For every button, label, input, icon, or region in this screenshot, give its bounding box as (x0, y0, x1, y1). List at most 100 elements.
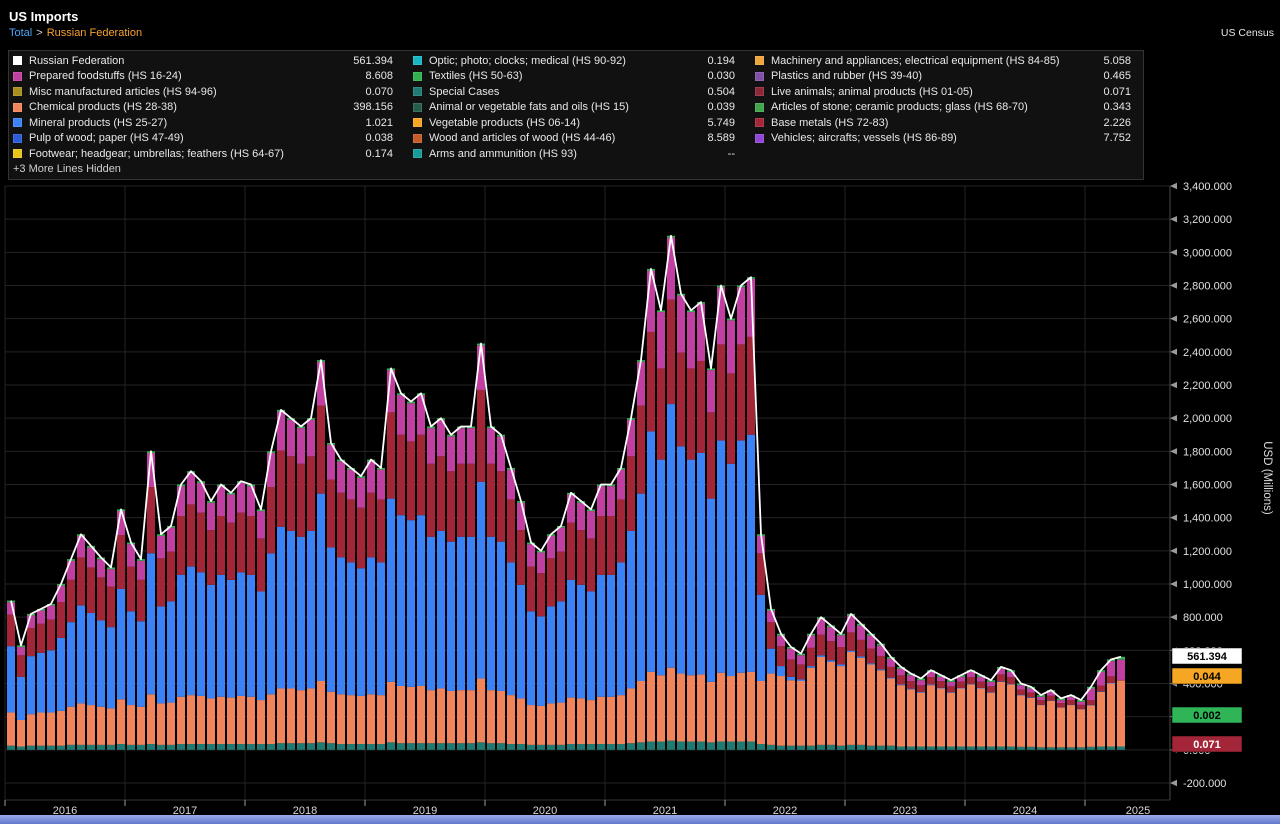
bar-segment (117, 589, 125, 699)
legend-item[interactable]: Prepared foodstuffs (HS 16-24)8.608 (13, 69, 401, 85)
bar-segment (917, 680, 925, 685)
bar-segment (1107, 684, 1115, 747)
bar-segment (687, 312, 695, 368)
legend-item[interactable]: Live animals; animal products (HS 01-05)… (755, 84, 1139, 100)
bar-segment (7, 615, 15, 647)
legend-item[interactable]: Footwear; headgear; umbrellas; feathers … (13, 146, 401, 162)
bar-segment (467, 690, 475, 743)
bar-segment (717, 441, 725, 673)
bar-segment (937, 688, 945, 746)
bar-segment (17, 655, 25, 677)
bar-segment (447, 743, 455, 750)
bar-segment (677, 446, 685, 673)
legend-item[interactable]: Plastics and rubber (HS 39-40)0.465 (755, 69, 1139, 85)
bar-segment (707, 742, 715, 749)
legend-item-label: Prepared foodstuffs (HS 16-24) (29, 70, 182, 82)
bar-segment (717, 673, 725, 742)
bar-segment (797, 655, 805, 664)
legend-item[interactable]: Articles of stone; ceramic products; gla… (755, 100, 1139, 116)
axis-badge-value: 561.394 (1187, 651, 1228, 663)
stacked-bar-chart[interactable]: -200.0000.000200.000400.000600.000800.00… (0, 178, 1280, 818)
legend-item[interactable]: Misc manufactured articles (HS 94-96)0.0… (13, 84, 401, 100)
bar-segment (237, 696, 245, 744)
legend-item[interactable]: Special Cases0.504 (413, 84, 743, 100)
bar-segment (507, 695, 515, 744)
bar-segment (67, 745, 75, 750)
legend-column: Russian Federation561.394Prepared foodst… (13, 53, 401, 177)
bar-segment (187, 567, 195, 696)
bottom-scrollbar[interactable] (0, 815, 1280, 824)
bar-segment (427, 428, 435, 464)
bar-segment (367, 694, 375, 744)
legend-swatch-icon (755, 72, 764, 81)
bar-segment (587, 700, 595, 744)
bar-segment (277, 412, 285, 451)
legend-item[interactable]: Base metals (HS 72-83)2.226 (755, 115, 1139, 131)
bar-segment (167, 703, 175, 745)
legend-item-label: Animal or vegetable fats and oils (HS 15… (429, 101, 629, 113)
bar-segment (647, 742, 655, 750)
bar-segment (147, 744, 155, 750)
bar-segment (297, 464, 305, 537)
bar-segment (447, 691, 455, 743)
legend-item[interactable]: Arms and ammunition (HS 93)-- (413, 146, 743, 162)
bar-segment (347, 562, 355, 695)
legend-item[interactable]: Chemical products (HS 28-38)398.156 (13, 100, 401, 116)
bar-segment (437, 456, 445, 531)
bar-segment (807, 666, 815, 668)
bar-segment (297, 537, 305, 690)
legend-item[interactable]: Vehicles; aircrafts; vessels (HS 86-89)7… (755, 131, 1139, 147)
legend-item[interactable]: Optic; photo; clocks; medical (HS 90-92)… (413, 53, 743, 69)
breadcrumb-country[interactable]: Russian Federation (47, 27, 142, 39)
bar-segment (877, 670, 885, 745)
legend-item[interactable]: Textiles (HS 50-63)0.030 (413, 69, 743, 85)
bar-segment (307, 531, 315, 689)
bar-segment (907, 689, 915, 690)
bar-segment (637, 494, 645, 681)
bar-segment (137, 580, 145, 621)
legend-swatch-icon (413, 149, 422, 158)
legend-item-value: 0.030 (707, 70, 743, 82)
bar-segment (807, 648, 815, 666)
legend-item[interactable]: Russian Federation561.394 (13, 53, 401, 69)
bar-segment (77, 703, 85, 744)
bar-segment (607, 516, 615, 575)
bar-segment (507, 562, 515, 695)
bar-segment (687, 460, 695, 676)
bar-segment (217, 697, 225, 744)
legend-panel: Russian Federation561.394Prepared foodst… (8, 50, 1144, 180)
bar-segment (777, 746, 785, 750)
bar-segment (537, 706, 545, 745)
bar-segment (37, 713, 45, 746)
bar-segment (467, 428, 475, 464)
bar-segment (187, 744, 195, 750)
legend-item[interactable]: Animal or vegetable fats and oils (HS 15… (413, 100, 743, 116)
bar-segment (807, 635, 815, 647)
more-lines-hidden-note[interactable]: +3 More Lines Hidden (13, 162, 401, 177)
y-tick-label: 800.000 (1183, 612, 1223, 624)
breadcrumb-total[interactable]: Total (9, 27, 32, 39)
legend-swatch-icon (13, 103, 22, 112)
bar-segment (907, 681, 915, 688)
legend-item[interactable]: Vegetable products (HS 06-14)5.749 (413, 115, 743, 131)
bar-segment (407, 441, 415, 520)
bar-segment (577, 530, 585, 585)
bar-segment (507, 470, 515, 500)
bar-segment (357, 568, 365, 696)
bar-segment (827, 745, 835, 750)
bars-group[interactable] (7, 236, 1125, 750)
bar-segment (77, 606, 85, 704)
bar-segment (857, 658, 865, 745)
legend-item[interactable]: Pulp of wood; paper (HS 47-49)0.038 (13, 131, 401, 147)
bar-segment (637, 362, 645, 406)
bar-segment (337, 557, 345, 694)
bar-segment (57, 746, 65, 750)
legend-item[interactable]: Mineral products (HS 25-27)1.021 (13, 115, 401, 131)
legend-item[interactable]: Machinery and appliances; electrical equ… (755, 53, 1139, 69)
bar-segment (97, 559, 105, 577)
bar-segment (577, 503, 585, 530)
bar-segment (237, 572, 245, 696)
bar-segment (287, 420, 295, 456)
bar-segment (887, 678, 895, 679)
legend-item[interactable]: Wood and articles of wood (HS 44-46)8.58… (413, 131, 743, 147)
